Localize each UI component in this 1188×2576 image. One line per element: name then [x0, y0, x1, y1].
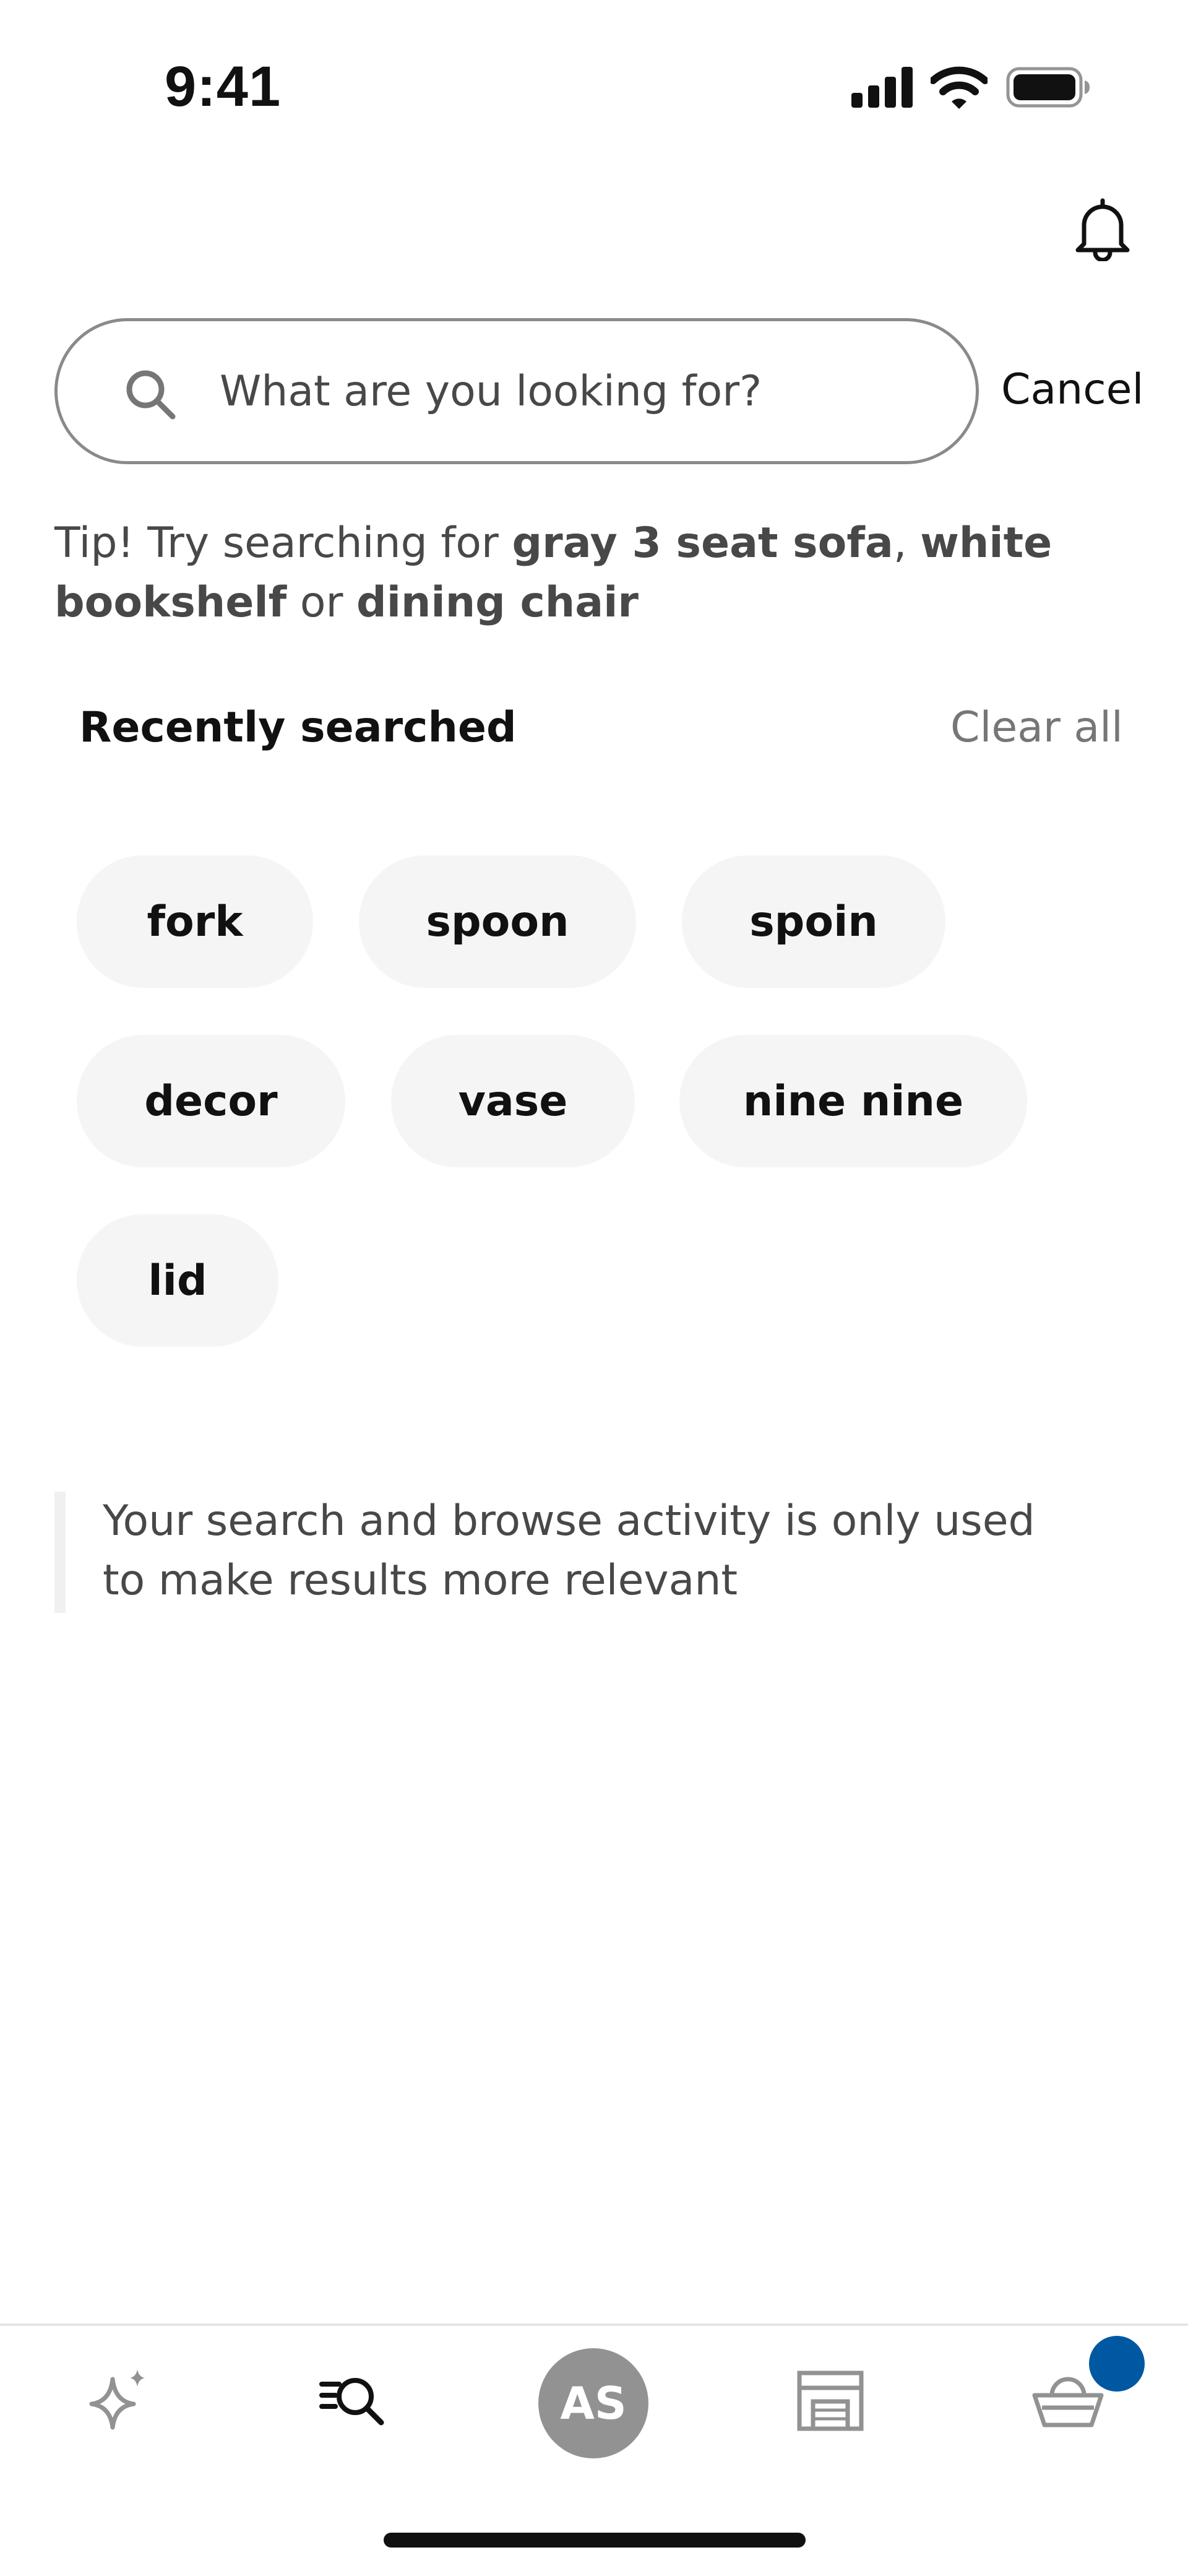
- search-input[interactable]: [218, 321, 930, 461]
- home-indicator[interactable]: [384, 2533, 806, 2548]
- wifi-icon: [931, 66, 988, 109]
- tip-term: gray 3 seat sofa: [512, 519, 893, 568]
- tip-term: dining chair: [356, 578, 639, 627]
- clear-all-button[interactable]: Clear all: [950, 703, 1123, 752]
- recent-search-chip[interactable]: vase: [391, 1035, 635, 1167]
- tip-prefix: Tip! Try searching for: [54, 519, 512, 568]
- search-icon: [126, 370, 176, 420]
- recent-search-chip[interactable]: spoon: [359, 855, 636, 988]
- recent-search-chip[interactable]: nine nine: [679, 1035, 1027, 1167]
- tip-separator: or: [286, 578, 357, 627]
- tip-separator: ,: [893, 519, 921, 568]
- privacy-note: Your search and browse activity is only …: [103, 1497, 1035, 1605]
- cellular-signal-icon: [851, 67, 913, 108]
- recent-search-chip[interactable]: spoin: [682, 855, 945, 988]
- cancel-button[interactable]: Cancel: [1001, 365, 1143, 414]
- status-bar: 9:41: [0, 0, 1188, 173]
- bottom-nav: AS: [0, 2326, 1188, 2468]
- sparkle-icon[interactable]: [80, 2363, 155, 2437]
- search-tip: Tip! Try searching for gray 3 seat sofa,…: [54, 514, 1069, 633]
- battery-icon: [1006, 67, 1090, 108]
- status-time: 9:41: [165, 55, 282, 118]
- cart-badge: [1089, 2336, 1145, 2392]
- recent-search-chip[interactable]: decor: [77, 1035, 345, 1167]
- recently-searched-heading: Recently searched: [79, 703, 517, 752]
- recent-search-chip[interactable]: lid: [77, 1214, 278, 1347]
- bell-icon[interactable]: [1070, 197, 1135, 261]
- store-icon[interactable]: [793, 2363, 867, 2437]
- avatar[interactable]: AS: [538, 2348, 648, 2458]
- recent-search-chip[interactable]: fork: [77, 855, 313, 988]
- search-list-icon[interactable]: [317, 2363, 391, 2437]
- privacy-note-accent-bar: [54, 1492, 66, 1613]
- search-bar[interactable]: [54, 318, 979, 464]
